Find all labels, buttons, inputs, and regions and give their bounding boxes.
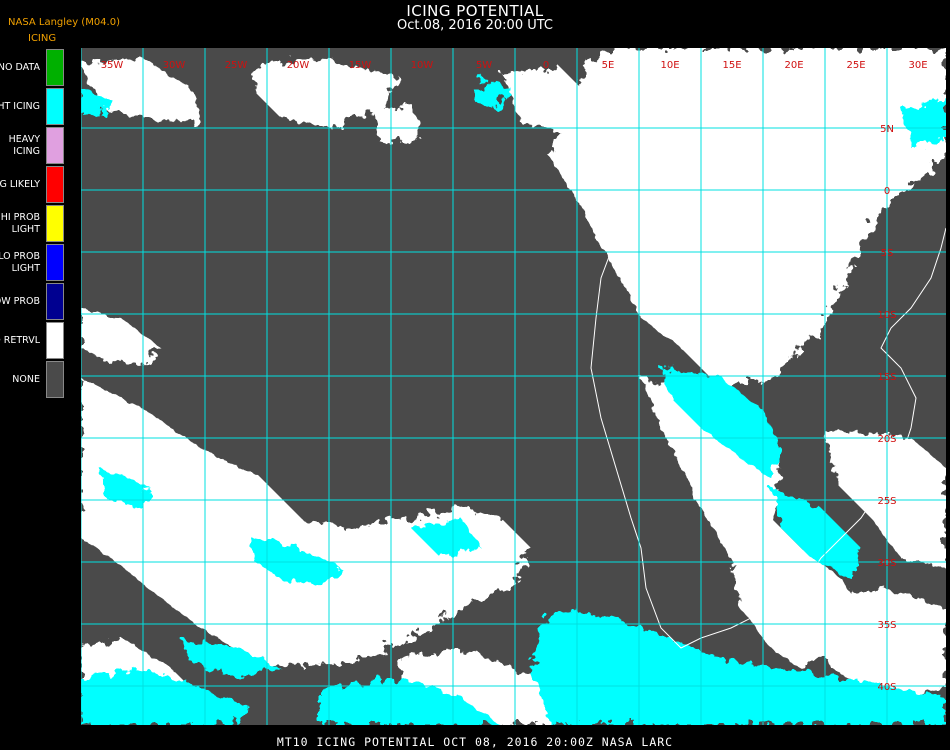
- legend-label: NONE: [12, 373, 40, 385]
- legend-item-lo-prob-light: LO PROB LIGHT: [0, 243, 66, 282]
- legend-item-low-prob: LOW PROB: [0, 282, 66, 321]
- latitude-label: 0: [884, 186, 890, 197]
- longitude-label: 35W: [101, 60, 124, 71]
- icing-map: 35W 30W 25W 20W 15W 10W 5W 0 5E 10E 15E 20E 25E 30E 35…: [81, 48, 946, 725]
- legend-item-mog-likely: MOG LIKELY: [0, 165, 66, 204]
- legend-swatch: [46, 49, 64, 86]
- latitude-label: 30S: [877, 558, 896, 569]
- legend-swatch: [46, 244, 64, 281]
- latitude-label: 35S: [877, 620, 896, 631]
- latitude-label: 25S: [877, 496, 896, 507]
- latitude-label: 5N: [880, 124, 894, 135]
- legend-swatch: [46, 283, 64, 320]
- longitude-label: 15W: [349, 60, 372, 71]
- longitude-label: 10E: [660, 60, 679, 71]
- footer-caption: MT10 ICING POTENTIAL OCT 08, 2016 20:00Z…: [276, 735, 674, 749]
- legend-label: HEAVY ICING: [8, 133, 40, 157]
- legend-swatch: [46, 361, 64, 398]
- legend-label: LOW PROB: [0, 295, 40, 307]
- legend-label: HI PROB LIGHT: [0, 211, 40, 235]
- legend-item-night-icing: NIGHT ICING: [0, 87, 66, 126]
- longitude-label: 20E: [784, 60, 803, 71]
- product-label: ICING: [28, 33, 57, 44]
- cloud-layer: [81, 48, 946, 725]
- legend-item-none: NONE: [0, 360, 66, 399]
- legend-label: MOG LIKELY: [0, 178, 40, 190]
- longitude-label: 10W: [411, 60, 434, 71]
- legend-swatch: [46, 127, 64, 164]
- longitude-label: 5E: [602, 60, 615, 71]
- legend-label: NO RETRVL: [0, 334, 40, 346]
- legend-swatch: [46, 322, 64, 359]
- legend-item-heavy-icing: HEAVY ICING: [0, 126, 66, 165]
- longitude-label: 30W: [163, 60, 186, 71]
- legend-swatch: [46, 166, 64, 203]
- latitude-label: 15S: [877, 372, 896, 383]
- legend-label: NIGHT ICING: [0, 100, 40, 112]
- longitude-label: 5W: [476, 60, 492, 71]
- map-timestamp: Oct.08, 2016 20:00 UTC: [397, 18, 553, 33]
- longitude-label: 25E: [846, 60, 865, 71]
- map-canvas: 35W 30W 25W 20W 15W 10W 5W 0 5E 10E 15E 20E 25E 30E 35…: [81, 48, 946, 725]
- latitude-label: 20S: [877, 434, 896, 445]
- legend-label: NO DATA: [0, 61, 40, 73]
- latitude-label: 10S: [877, 310, 896, 321]
- longitude-label: 15E: [722, 60, 741, 71]
- latitude-label: 40S: [877, 682, 896, 693]
- latitude-label: 5S: [881, 248, 894, 259]
- longitude-label: 0: [543, 60, 549, 71]
- longitude-label: 20W: [287, 60, 310, 71]
- longitude-label: 30E: [908, 60, 927, 71]
- legend-item-no-retrvl: NO RETRVL: [0, 321, 66, 360]
- longitude-label: 25W: [225, 60, 248, 71]
- legend-swatch: [46, 205, 64, 242]
- legend-item-no-data: NO DATA: [0, 48, 66, 87]
- legend-label: LO PROB LIGHT: [0, 250, 40, 274]
- legend-item-hi-prob-light: HI PROB LIGHT: [0, 204, 66, 243]
- legend-swatch: [46, 88, 64, 125]
